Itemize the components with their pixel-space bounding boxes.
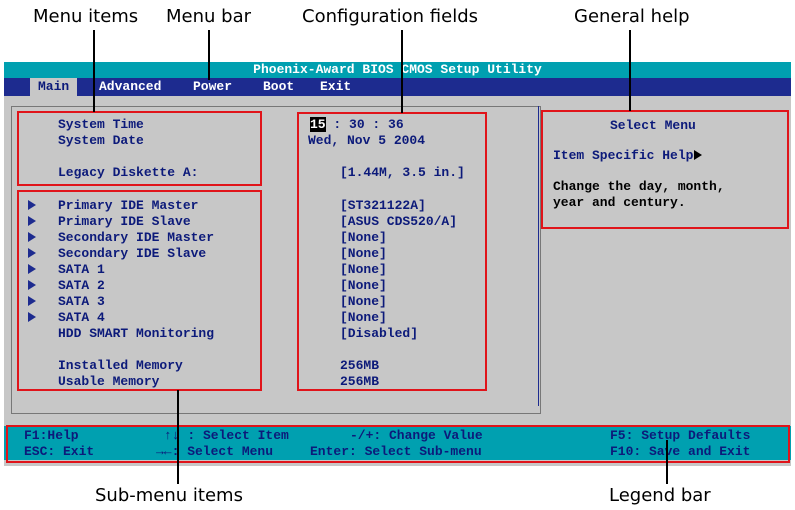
- callout-submenu-items: Sub-menu items: [95, 485, 243, 506]
- tab-power[interactable]: Power: [193, 78, 232, 96]
- menu-items-highlight: [17, 111, 262, 186]
- callout-legend-bar: Legend bar: [609, 485, 711, 506]
- leader-line-general-help: [629, 30, 631, 111]
- submenu-items-highlight: [17, 190, 262, 391]
- leader-line-menu-bar: [208, 30, 210, 80]
- menu-bar: Main Advanced Power Boot Exit: [4, 78, 791, 96]
- leader-line-menu-items: [93, 30, 95, 112]
- callout-general-help: General help: [574, 6, 690, 27]
- leader-line-config-fields: [401, 30, 403, 113]
- callout-menu-bar: Menu bar: [166, 6, 251, 27]
- tab-main[interactable]: Main: [30, 78, 78, 96]
- legend-bar-highlight: [6, 425, 790, 463]
- config-fields-highlight: [297, 112, 487, 391]
- panel-divider: [538, 106, 539, 406]
- leader-line-submenu-items: [177, 390, 179, 484]
- bios-title: Phoenix-Award BIOS CMOS Setup Utility: [4, 62, 791, 78]
- general-help-highlight: [541, 110, 789, 229]
- callout-configuration-fields: Configuration fields: [302, 6, 479, 27]
- tab-boot[interactable]: Boot: [263, 78, 294, 96]
- callout-menu-items: Menu items: [33, 6, 139, 27]
- leader-line-legend-bar: [666, 440, 668, 484]
- tab-exit[interactable]: Exit: [320, 78, 351, 96]
- tab-advanced[interactable]: Advanced: [99, 78, 161, 96]
